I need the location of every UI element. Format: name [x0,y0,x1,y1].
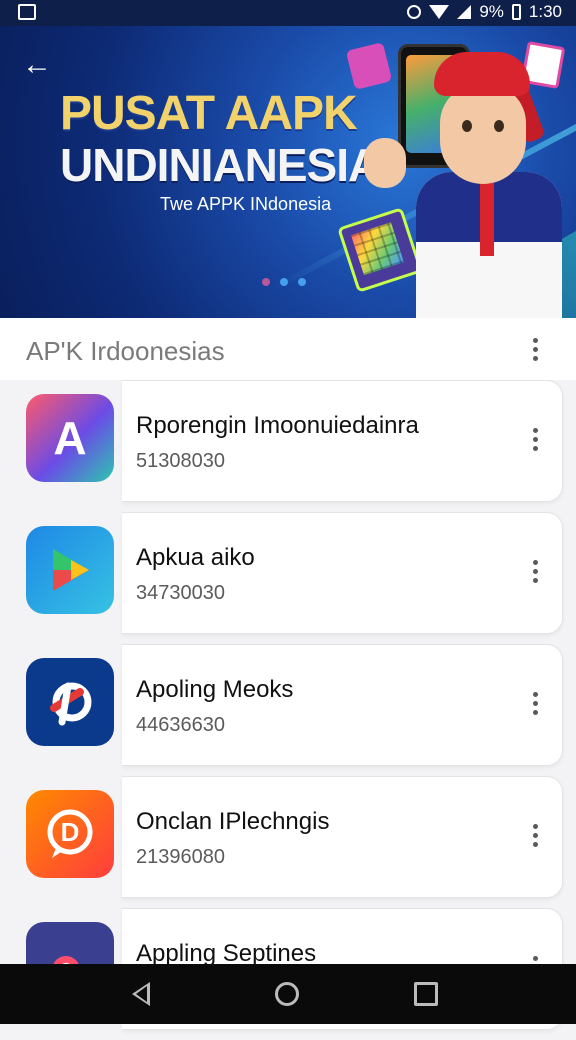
carousel-indicator [262,278,306,286]
section-header: AP'K Irdoonesias [0,318,576,380]
alarm-icon [407,5,422,19]
image-notification-icon [18,4,36,20]
stylized-p-logo-icon[interactable] [26,658,114,746]
more-options-icon[interactable] [533,824,538,847]
app-card[interactable] [122,380,563,502]
speech-d-logo-icon[interactable]: D [26,790,114,878]
app-card[interactable] [122,644,563,766]
app-name: Apoling Meoks [136,676,294,703]
wifi-icon [429,5,450,19]
system-navigation-bar [0,964,576,1024]
app-card[interactable] [122,512,563,634]
floating-app-icon [345,41,393,91]
list-item[interactable]: D Onclan IPlechngis 21396080 [0,776,576,908]
app-name: Rporengin Imoonuiedainra [136,412,419,439]
a-logo-icon[interactable]: A [26,394,114,482]
mascot-character [364,52,570,318]
status-bar: 9% 1:30 [0,0,576,26]
app-card[interactable] [122,776,563,898]
carousel-dot[interactable] [262,278,270,286]
clock: 1:30 [528,2,562,21]
battery-percent: 9% [479,2,504,21]
more-options-icon[interactable] [533,428,538,451]
p-glyph-icon [50,682,92,726]
app-number: 44636630 [136,714,225,736]
signal-icon [457,5,472,19]
carousel-dot[interactable] [298,278,306,286]
play-store-icon[interactable] [26,526,114,614]
section-title: AP'K Irdoonesias [26,336,225,366]
speech-bubble-icon: D [47,809,93,858]
status-icons: 9% 1:30 [407,2,562,22]
carousel-dot[interactable] [280,278,288,286]
app-number: 21396080 [136,846,225,868]
app-list: A Rporengin Imoonuiedainra 51308030 Apku… [0,380,576,1040]
nav-recents-icon[interactable] [414,982,438,1006]
svg-text:D: D [61,817,80,847]
app-number: 34730030 [136,582,225,604]
back-arrow-icon[interactable]: ← [22,50,52,80]
nav-home-icon[interactable] [275,982,299,1006]
hero-subtitle: Twe APPK INdonesia [160,194,332,214]
app-icon-glyph: A [53,412,87,464]
list-item[interactable]: A Rporengin Imoonuiedainra 51308030 [0,380,576,512]
play-triangle-icon [53,549,89,591]
hero-banner: ← PUSAT AAPK UNDINIANESIA Twe APPK INdon… [0,26,576,318]
more-options-icon[interactable] [533,692,538,715]
app-name: Apkua aiko [136,544,255,571]
list-item[interactable]: Apkua aiko 34730030 [0,512,576,644]
hero-title-line1: PUSAT AAPK [60,87,358,140]
list-item[interactable]: Apoling Meoks 44636630 [0,644,576,776]
nav-back-icon[interactable] [132,982,150,1006]
app-number: 51308030 [136,450,225,472]
app-name: Onclan IPlechngis [136,808,330,835]
more-options-icon[interactable] [533,338,538,361]
hero-title-line2: UNDINIANESIA [60,139,381,191]
more-options-icon[interactable] [533,560,538,583]
battery-icon [511,4,521,20]
